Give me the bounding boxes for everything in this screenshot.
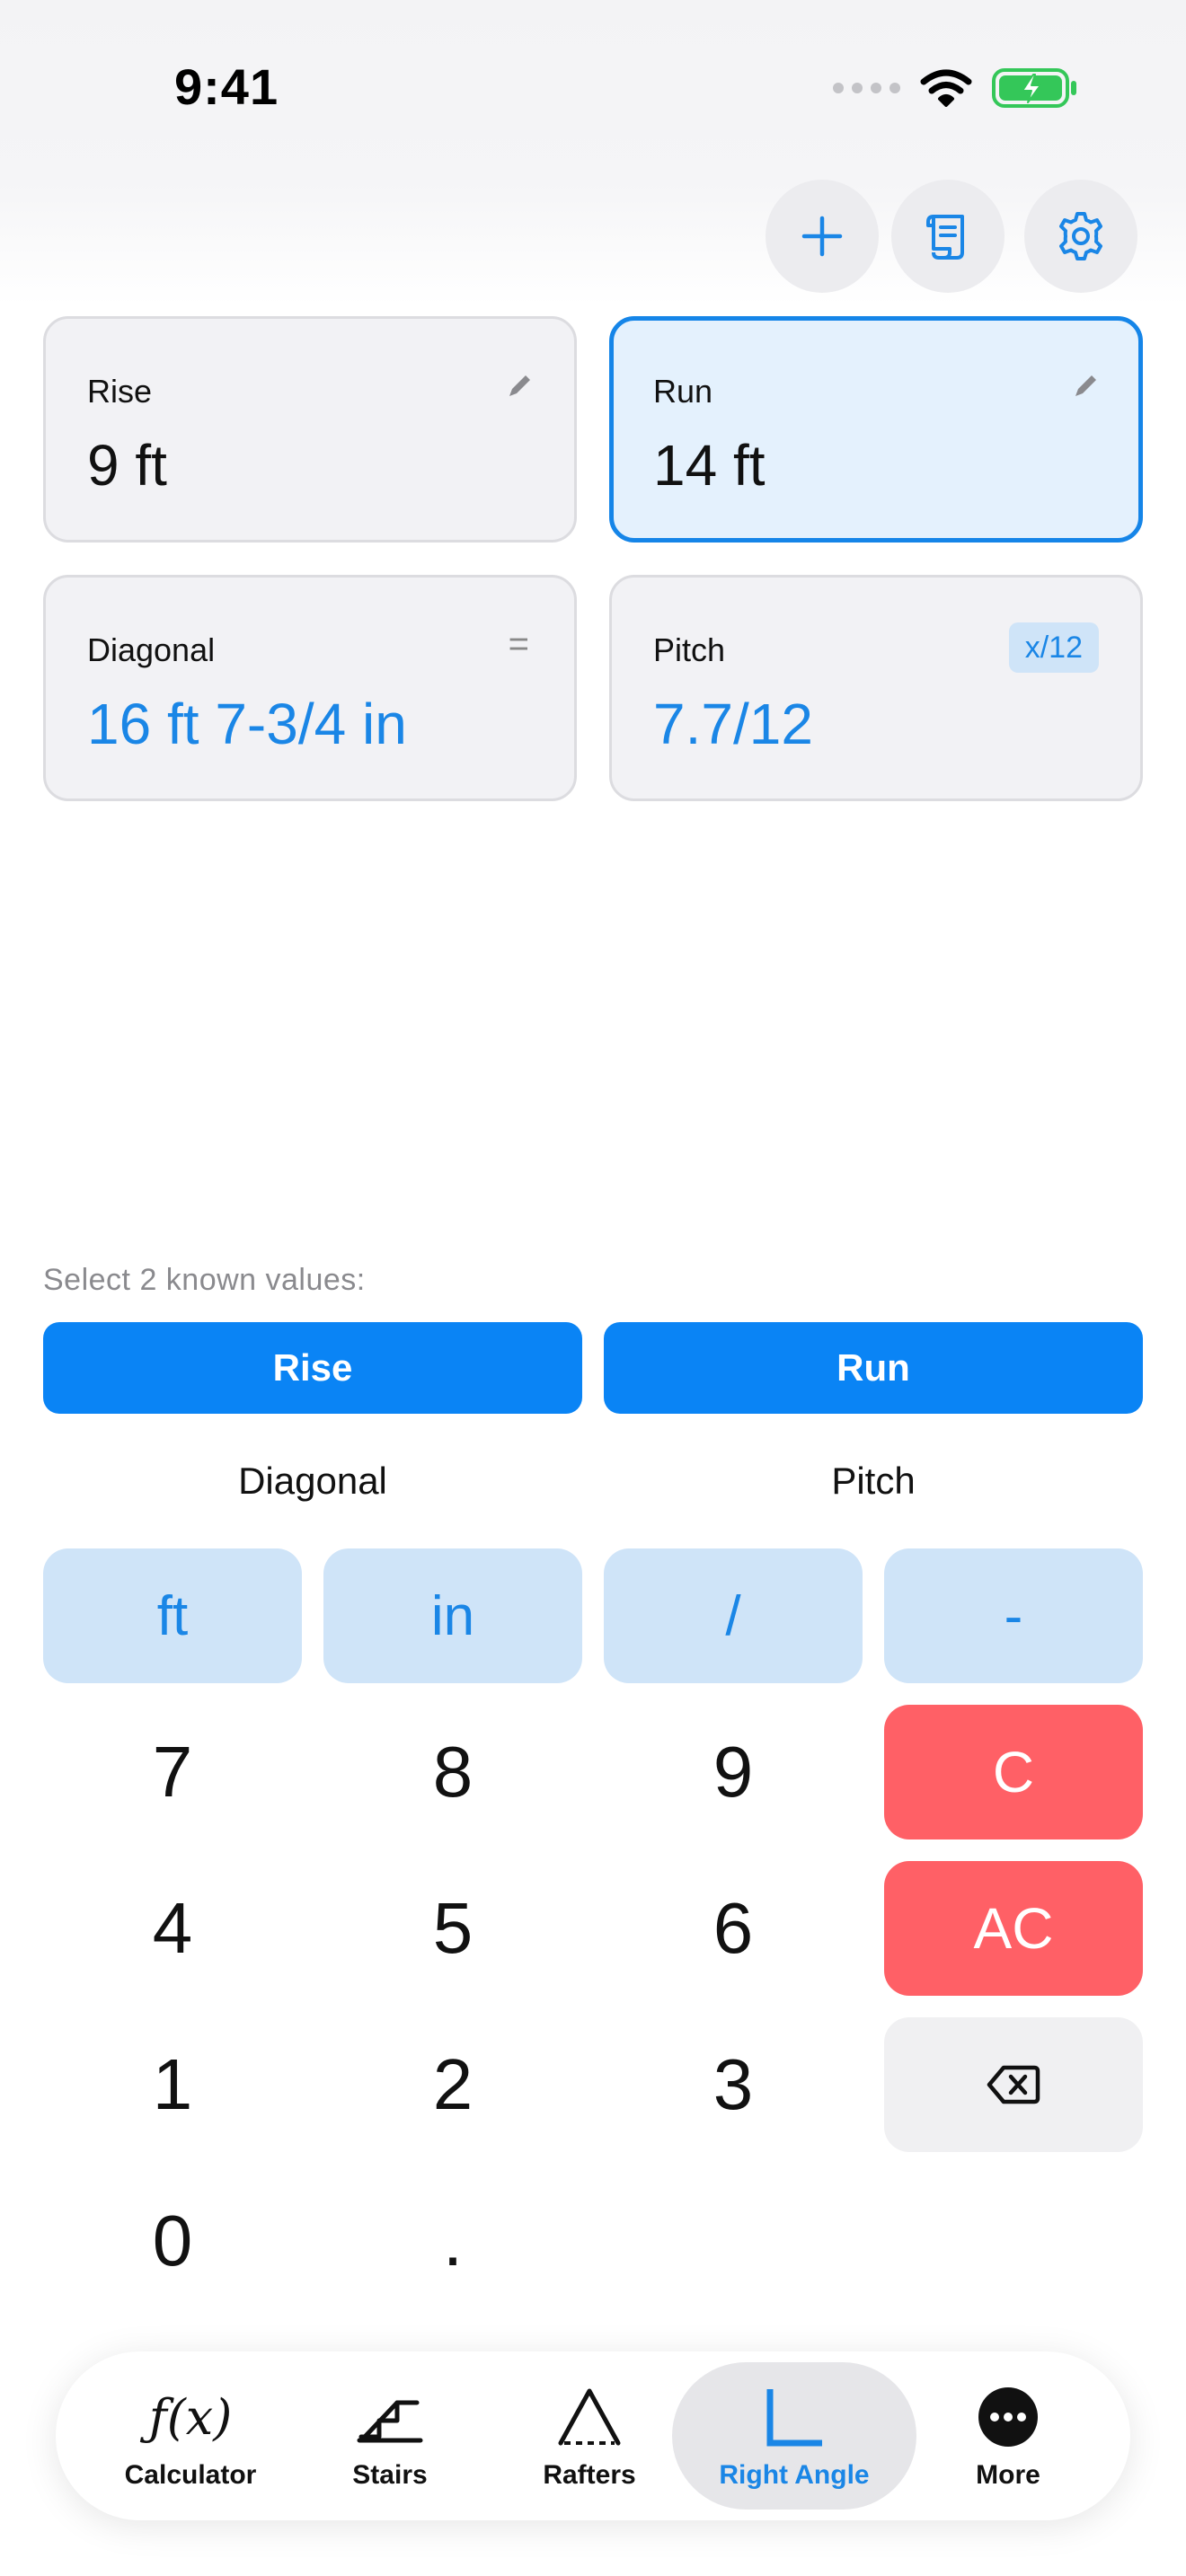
key-7[interactable]: 7 [43, 1705, 302, 1839]
tab-label: Right Angle [719, 2460, 870, 2490]
diagonal-value: 16 ft 7-3/4 in [87, 692, 407, 756]
key-dash[interactable]: - [884, 1548, 1143, 1683]
key-2[interactable]: 2 [323, 2017, 582, 2152]
backspace-button[interactable] [884, 2017, 1143, 2152]
key-8[interactable]: 8 [323, 1705, 582, 1839]
status-icons [833, 66, 1078, 110]
rise-card[interactable]: Rise 9 ft [43, 316, 577, 543]
battery-charging-icon [992, 68, 1076, 108]
key-4[interactable]: 4 [43, 1861, 302, 1996]
key-1[interactable]: 1 [43, 2017, 302, 2152]
tab-stairs[interactable]: Stairs [291, 2362, 489, 2510]
clear-button[interactable]: C [884, 1705, 1143, 1839]
tab-calculator[interactable]: ƒ(x) Calculator [92, 2362, 289, 2510]
header-background [0, 0, 1186, 305]
select-rise-button[interactable]: Rise [43, 1322, 582, 1414]
select-run-button[interactable]: Run [604, 1322, 1143, 1414]
select-pitch-button[interactable]: Pitch [604, 1441, 1143, 1522]
settings-button[interactable] [1024, 180, 1137, 293]
diagonal-card[interactable]: Diagonal 16 ft 7-3/4 in = [43, 575, 577, 801]
tab-label: Stairs [352, 2460, 428, 2490]
pencil-icon[interactable] [1072, 371, 1101, 400]
scroll-icon [926, 215, 964, 260]
add-button[interactable] [766, 180, 879, 293]
rise-label: Rise [87, 373, 153, 410]
more-icon [977, 2381, 1040, 2453]
tab-label: Rafters [543, 2460, 636, 2490]
wifi-icon [920, 69, 972, 107]
key-fraction[interactable]: / [604, 1548, 863, 1683]
tab-label: Calculator [124, 2460, 257, 2490]
history-button[interactable] [891, 180, 1005, 293]
key-0[interactable]: 0 [43, 2174, 302, 2308]
key-5[interactable]: 5 [323, 1861, 582, 1996]
key-decimal[interactable]: . [323, 2174, 582, 2308]
tab-label: More [976, 2460, 1040, 2490]
stairs-icon [356, 2381, 424, 2453]
tab-right-angle[interactable]: Right Angle [672, 2362, 916, 2510]
pitch-value: 7.7/12 [653, 692, 813, 756]
equals-icon: = [508, 624, 529, 664]
selector-hint: Select 2 known values: [43, 1263, 366, 1297]
pitch-label: Pitch [653, 631, 726, 668]
select-diagonal-button[interactable]: Diagonal [43, 1441, 582, 1522]
tab-rafters[interactable]: Rafters [491, 2362, 688, 2510]
gear-icon [1059, 212, 1102, 260]
backspace-icon [987, 2065, 1040, 2104]
function-icon: ƒ(x) [148, 2388, 233, 2446]
plus-icon [801, 216, 843, 257]
run-label: Run [653, 373, 713, 410]
cellular-dots-icon [833, 83, 900, 93]
pencil-icon[interactable] [506, 371, 535, 400]
key-6[interactable]: 6 [604, 1861, 863, 1996]
status-time: 9:41 [174, 58, 279, 115]
tab-more[interactable]: More [909, 2362, 1107, 2510]
pitch-format-badge[interactable]: x/12 [1008, 622, 1099, 673]
key-9[interactable]: 9 [604, 1705, 863, 1839]
pitch-card[interactable]: Pitch 7.7/12 x/12 [609, 575, 1143, 801]
key-ft[interactable]: ft [43, 1548, 302, 1683]
tab-bar: ƒ(x) Calculator Stairs Rafters Right Ang… [56, 2351, 1130, 2520]
all-clear-button[interactable]: AC [884, 1861, 1143, 1996]
rafters-icon [555, 2381, 624, 2453]
diagonal-label: Diagonal [87, 631, 216, 668]
run-value: 14 ft [653, 433, 766, 498]
key-in[interactable]: in [323, 1548, 582, 1683]
rise-value: 9 ft [87, 433, 167, 498]
run-card[interactable]: Run 14 ft [609, 316, 1143, 543]
right-angle-icon [763, 2381, 826, 2453]
right-angle-screen: 9:41 Rise 9 ft Run 14 ft Diagonal 16 ft … [0, 0, 1186, 2576]
key-3[interactable]: 3 [604, 2017, 863, 2152]
